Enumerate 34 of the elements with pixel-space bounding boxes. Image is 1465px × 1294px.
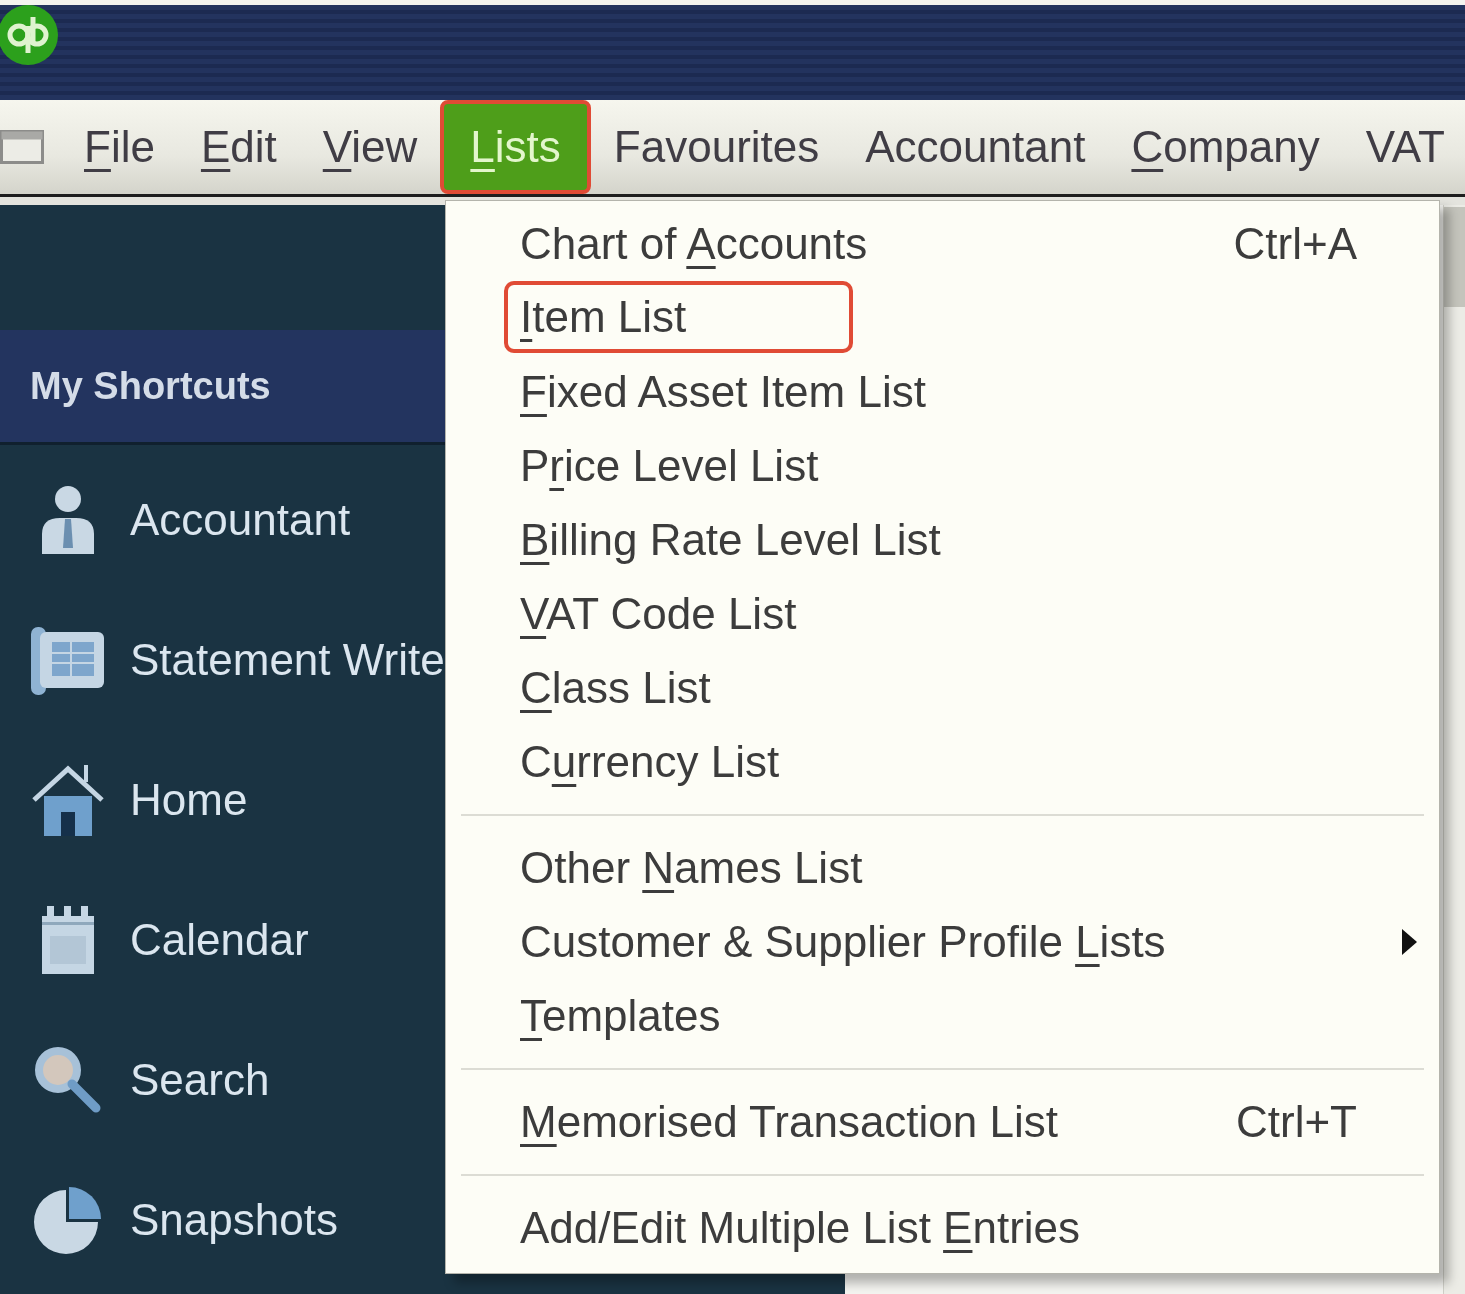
sidebar-item[interactable]: Snapshots (30, 1182, 338, 1258)
menu-item[interactable]: Currency List (446, 725, 1439, 799)
sidebar-heading: My Shortcuts (0, 330, 445, 445)
shortcut-text: Ctrl+T (1236, 1096, 1357, 1148)
home-icon (30, 762, 106, 838)
menu-item[interactable]: Price Level List (446, 429, 1439, 503)
menu-item[interactable]: Class List (446, 651, 1439, 725)
menu-item[interactable]: Other Names List (446, 831, 1439, 905)
menu-bar-item[interactable]: Edit (177, 100, 300, 194)
menu-bar-item[interactable]: Company (1108, 100, 1343, 194)
menu-item[interactable]: Add/Edit Multiple List Entries (446, 1191, 1439, 1265)
menu-item[interactable]: Templates (446, 979, 1439, 1053)
scrollbar-thumb[interactable] (1444, 207, 1465, 307)
menu-bar-item[interactable]: VAT (1342, 100, 1465, 194)
menu-bar-item[interactable]: Favourites (590, 100, 843, 194)
sidebar-item[interactable]: Statement Write (30, 622, 445, 698)
sidebar-item[interactable]: Accountant (30, 482, 351, 558)
menu-item[interactable]: Customer & Supplier Profile Lists (446, 905, 1439, 979)
window-icon[interactable] (0, 127, 44, 167)
scrollbar-track[interactable] (1443, 205, 1465, 1294)
menu-item[interactable]: VAT Code List (446, 577, 1439, 651)
menu-bar-item[interactable]: File (61, 100, 178, 194)
menu-bar-item[interactable]: View (299, 100, 441, 194)
menu-item[interactable]: Billing Rate Level List (446, 503, 1439, 577)
sidebar-item[interactable]: Search (30, 1042, 270, 1118)
menu-item[interactable]: Fixed Asset Item List (446, 355, 1439, 429)
sidebar-item[interactable]: Calendar (30, 902, 309, 978)
menu-bar-item[interactable]: Accountant (842, 100, 1109, 194)
menu-item[interactable]: Chart of Accounts Ctrl+A (446, 207, 1439, 281)
sidebar-item[interactable]: Home (30, 762, 248, 838)
menu-item[interactable]: Memorised Transaction List Ctrl+T (446, 1085, 1439, 1159)
logo-icon (0, 5, 58, 65)
shortcut-text: Ctrl+A (1233, 218, 1357, 270)
menu-item[interactable]: Item List (504, 281, 853, 353)
